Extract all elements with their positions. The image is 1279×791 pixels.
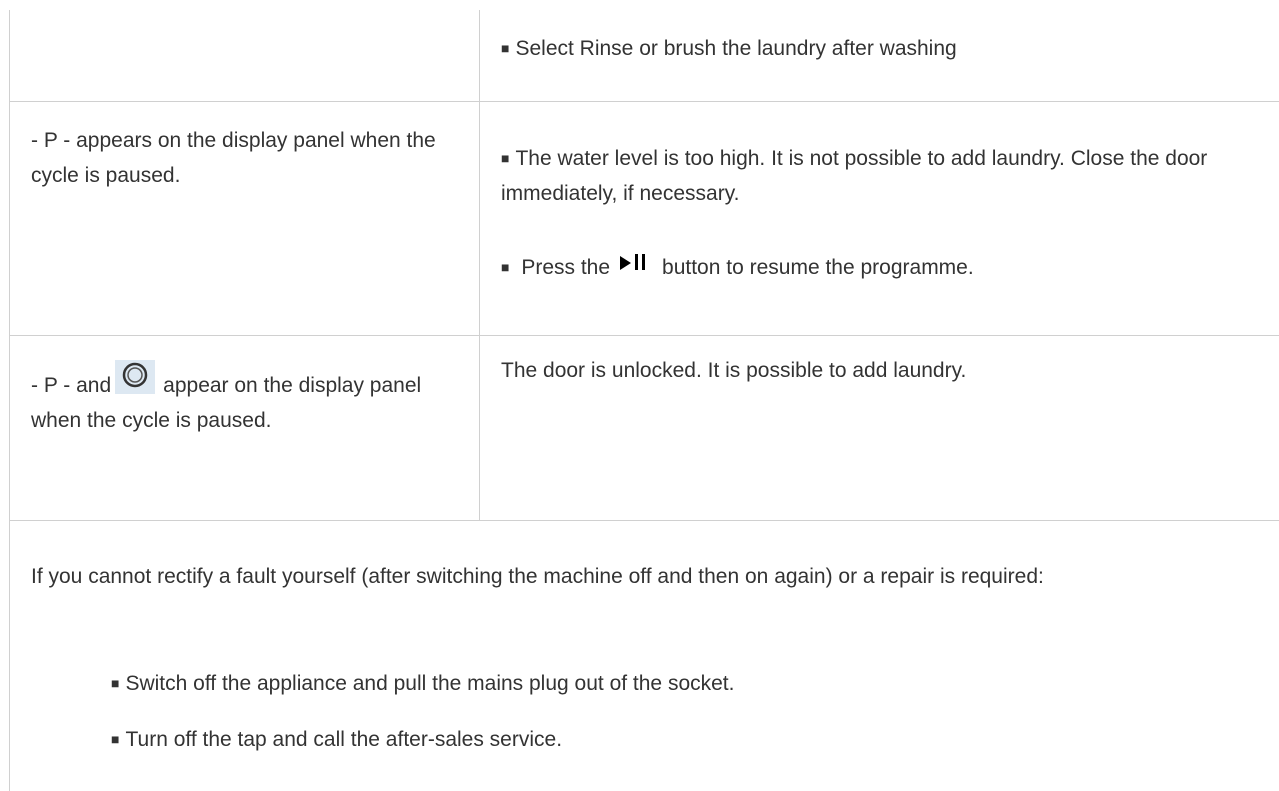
fault-intro-text: If you cannot rectify a fault yourself (… <box>31 565 1044 588</box>
row1-right-cell: Select Rinse or brush the laundry after … <box>501 32 1271 67</box>
play-pause-icon <box>618 249 654 284</box>
row3-right-cell: The door is unlocked. It is possible to … <box>501 359 967 382</box>
door-unlocked-icon <box>115 360 156 394</box>
row2-right-cell-line2: Press the button to resume the programme. <box>501 249 1271 286</box>
p-and-text: - P - and <box>31 374 112 397</box>
footer-step-2: Turn off the tap and call the after-sale… <box>111 723 1261 758</box>
row-divider-3 <box>9 520 1279 521</box>
resume-text: button to resume the programme. <box>662 256 974 279</box>
table-column-divider <box>479 10 480 520</box>
row2-right-cell-line1: The water level is too high. It is not p… <box>501 142 1271 211</box>
footer-step-1: Switch off the appliance and pull the ma… <box>111 667 1261 702</box>
press-the-text: Press the <box>521 256 611 279</box>
table-left-border <box>9 10 10 791</box>
row-divider-2 <box>9 335 1279 336</box>
row3-left-cell: - P - and appear on the display panel whe… <box>31 360 471 438</box>
row-divider-1 <box>9 101 1279 102</box>
row2-left-cell: - P - appears on the display panel when … <box>31 129 436 187</box>
